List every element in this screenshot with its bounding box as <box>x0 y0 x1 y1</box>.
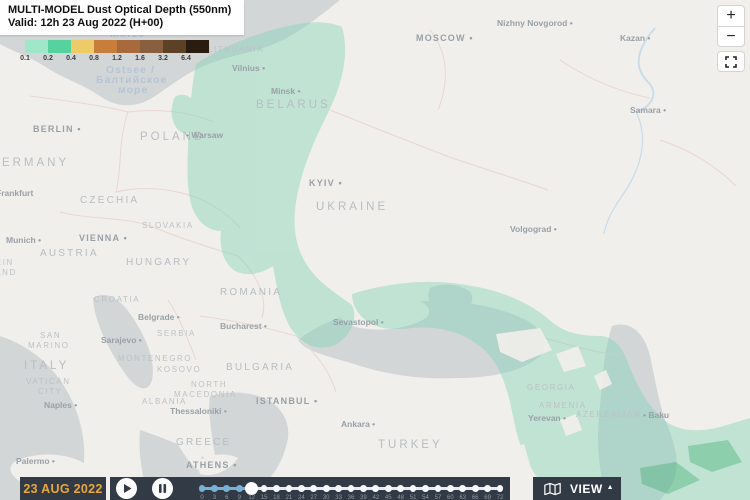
timeline-step[interactable] <box>261 485 268 492</box>
timeline-step[interactable] <box>472 485 479 492</box>
legend-values: 0.10.20.40.81.21.63.26.4 <box>25 55 209 65</box>
timeline-step[interactable] <box>410 485 417 492</box>
timeline-step-label: 12 <box>248 495 255 500</box>
forecast-valid-time: Valid: 12h 23 Aug 2022 (H+00) <box>8 17 238 30</box>
legend-value: 1.2 <box>112 55 122 62</box>
timeline-step[interactable] <box>422 485 429 492</box>
legend-value: 0.4 <box>66 55 76 62</box>
timeline-date: 23 AUG 2022 <box>23 482 102 496</box>
timeline-step-label: 51 <box>410 495 417 500</box>
timeline-step[interactable] <box>236 485 243 492</box>
legend-value: 1.6 <box>135 55 145 62</box>
timeline-step-label: 63 <box>459 495 466 500</box>
timeline-step-label: 54 <box>422 495 429 500</box>
timeline-step[interactable] <box>435 485 442 492</box>
timeline-step[interactable] <box>497 485 504 492</box>
timeline-step[interactable] <box>211 485 218 492</box>
zoom-out-button[interactable]: − <box>717 26 745 47</box>
legend-swatch <box>25 40 48 53</box>
timeline-step[interactable] <box>310 485 317 492</box>
legend-swatch <box>71 40 94 53</box>
zoom-control: + − <box>717 5 745 72</box>
timeline-step[interactable] <box>397 485 404 492</box>
timeline-step[interactable] <box>223 485 230 492</box>
map-icon <box>544 482 561 496</box>
timeline-step-label: 27 <box>310 495 317 500</box>
timeline-step[interactable] <box>298 485 305 492</box>
timeline-step[interactable] <box>484 485 491 492</box>
timeline-step[interactable] <box>286 485 293 492</box>
legend-swatch <box>48 40 71 53</box>
timeline-step-label: 48 <box>397 495 404 500</box>
legend-value: 0.1 <box>20 55 30 62</box>
timeline-step[interactable] <box>245 482 258 495</box>
timeline-step[interactable] <box>199 485 206 492</box>
pause-icon <box>159 484 162 493</box>
timeline-step-label: 69 <box>484 495 491 500</box>
legend-value: 0.2 <box>43 55 53 62</box>
legend-swatch <box>163 40 186 53</box>
timeline-step-label: 45 <box>385 495 392 500</box>
legend-swatch <box>94 40 117 53</box>
timeline-step-label: 66 <box>472 495 479 500</box>
timeline-step[interactable] <box>273 485 280 492</box>
timeline-date-box: 23 AUG 2022 <box>20 477 106 500</box>
timeline-step-label: 3 <box>213 495 216 500</box>
timeline-step[interactable] <box>348 485 355 492</box>
timeline-step-label: 0 <box>200 495 203 500</box>
legend-value: 3.2 <box>158 55 168 62</box>
timeline-step[interactable] <box>459 485 466 492</box>
forecast-title-box: MULTI-MODEL Dust Optical Depth (550nm) V… <box>0 0 244 35</box>
timeline-track[interactable]: 0369121518212427303336394245485154576063… <box>192 477 510 500</box>
view-menu-button[interactable]: VIEW ▲ <box>533 477 621 500</box>
timeline-step-label: 9 <box>238 495 241 500</box>
zoom-in-button[interactable]: + <box>717 5 745 26</box>
timeline-step-label: 6 <box>225 495 228 500</box>
pause-button[interactable] <box>152 478 173 499</box>
play-button[interactable] <box>116 478 137 499</box>
timeline-step-label: 60 <box>447 495 454 500</box>
view-menu-label: VIEW <box>570 482 603 496</box>
dod-legend: 0.10.20.40.81.21.63.26.4 <box>25 40 209 65</box>
legend-swatches <box>25 40 209 53</box>
timeline-step[interactable] <box>335 485 342 492</box>
chevron-up-icon: ▲ <box>607 484 614 491</box>
timeline-step-label: 33 <box>335 495 342 500</box>
forecast-title: MULTI-MODEL Dust Optical Depth (550nm) <box>8 4 238 17</box>
timeline-step[interactable] <box>360 485 367 492</box>
timeline-step-label: 36 <box>348 495 355 500</box>
timeline-step-label: 42 <box>372 495 379 500</box>
timeline-step[interactable] <box>323 485 330 492</box>
timeline-step[interactable] <box>385 485 392 492</box>
timeline-step-label: 72 <box>497 495 504 500</box>
fullscreen-button[interactable] <box>717 51 745 72</box>
timeline-step-label: 15 <box>261 495 268 500</box>
legend-swatch <box>117 40 140 53</box>
timeline-step-label: 24 <box>298 495 305 500</box>
playback-controls: 0369121518212427303336394245485154576063… <box>110 477 510 500</box>
timeline-step-label: 57 <box>435 495 442 500</box>
legend-value: 6.4 <box>181 55 191 62</box>
timeline-step-label: 30 <box>323 495 330 500</box>
timeline-step[interactable] <box>372 485 379 492</box>
legend-value: 0.8 <box>89 55 99 62</box>
base-map-svg <box>0 0 750 500</box>
legend-swatch <box>186 40 209 53</box>
timeline-step[interactable] <box>447 485 454 492</box>
fullscreen-icon <box>725 56 737 68</box>
timeline-step-label: 18 <box>273 495 280 500</box>
timeline-step-label: 21 <box>286 495 293 500</box>
legend-swatch <box>140 40 163 53</box>
map-canvas[interactable]: MOSCOW •Nizhny Novgorod •Kazan •Samara •… <box>0 0 750 500</box>
timeline-step-label: 39 <box>360 495 367 500</box>
